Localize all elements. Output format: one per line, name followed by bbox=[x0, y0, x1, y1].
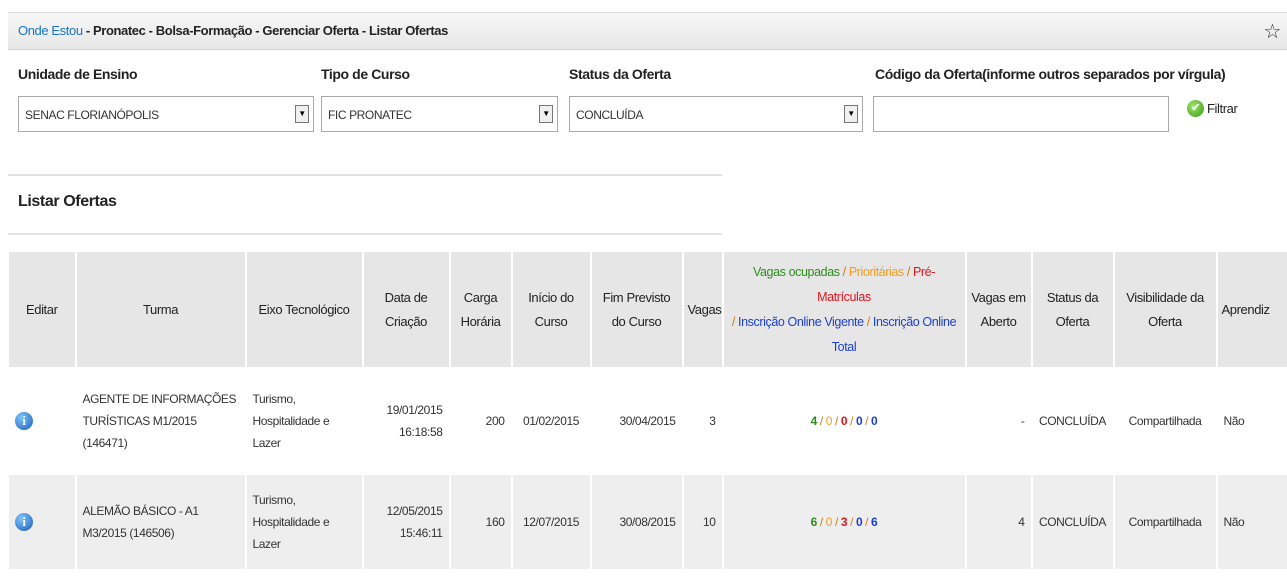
cell-editar: i bbox=[8, 367, 77, 475]
cell-data: 19/01/2015 16:18:58 bbox=[362, 367, 451, 475]
breadcrumb-path: - Pronatec - Bolsa-Formação - Gerenciar … bbox=[82, 23, 448, 38]
col-carga: Carga Horária bbox=[449, 251, 513, 368]
col-eixo: Eixo Tecnológico bbox=[245, 251, 364, 368]
cell-carga: 200 bbox=[449, 367, 513, 475]
cell-inicio: 12/07/2015 bbox=[511, 474, 592, 570]
cell-aberto: - bbox=[965, 367, 1033, 475]
col-aprendiz: Aprendiz bbox=[1216, 251, 1287, 368]
unidade-label: Unidade de Ensino bbox=[18, 66, 138, 82]
tipo-label: Tipo de Curso bbox=[321, 66, 410, 82]
col-visibilidade: Visibilidade da Oferta bbox=[1113, 251, 1218, 368]
chevron-down-icon[interactable]: ▼ bbox=[539, 105, 553, 123]
tipo-select[interactable]: FIC PRONATEC ▼ bbox=[321, 96, 558, 132]
cell-eixo: Turismo, Hospitalidade e Lazer bbox=[245, 474, 364, 570]
cell-data-date: 12/05/2015 bbox=[386, 504, 443, 518]
cell-fim: 30/08/2015 bbox=[590, 474, 684, 570]
col-vagas-detalhe: Vagas ocupadas / Prioritárias / Pré-Matr… bbox=[722, 251, 967, 368]
hdr-prioritarias: Prioritárias bbox=[848, 264, 904, 279]
ofertas-table: Editar Turma Eixo Tecnológico Data de Cr… bbox=[8, 251, 1287, 570]
info-icon[interactable]: i bbox=[15, 412, 33, 430]
cell-aberto: 4 bbox=[965, 474, 1033, 570]
unidade-value: SENAC FLORIANÓPOLIS bbox=[25, 108, 159, 122]
cell-aprendiz: Não bbox=[1216, 474, 1287, 570]
filtrar-button[interactable]: ✔ Filtrar bbox=[1187, 100, 1238, 117]
col-vagas: Vagas bbox=[682, 251, 724, 368]
cell-fim: 30/04/2015 bbox=[590, 367, 684, 475]
cell-vagas-detalhe: 4 / 0 / 0 / 0 / 0 bbox=[722, 367, 967, 475]
cell-aprendiz: Não bbox=[1216, 367, 1287, 475]
cell-status: CONCLUÍDA bbox=[1031, 474, 1115, 570]
cell-visibilidade: Compartilhada bbox=[1113, 474, 1218, 570]
filtrar-label: Filtrar bbox=[1207, 101, 1238, 116]
divider bbox=[8, 233, 722, 235]
col-fim: Fim Previsto do Curso bbox=[590, 251, 684, 368]
table-row: i ALEMÃO BÁSICO - A1 M3/2015 (146506) Tu… bbox=[8, 474, 1287, 570]
status-value: CONCLUÍDA bbox=[576, 108, 644, 122]
cell-data-time: 15:46:11 bbox=[399, 526, 443, 540]
status-select[interactable]: CONCLUÍDA ▼ bbox=[569, 96, 863, 132]
val-total: 0 bbox=[871, 414, 878, 428]
unidade-select[interactable]: SENAC FLORIANÓPOLIS ▼ bbox=[18, 96, 314, 132]
cell-vagas: 10 bbox=[682, 474, 724, 570]
codigo-input[interactable] bbox=[873, 96, 1169, 132]
divider bbox=[8, 174, 722, 176]
tipo-value: FIC PRONATEC bbox=[328, 108, 412, 122]
cell-inicio: 01/02/2015 bbox=[511, 367, 592, 475]
codigo-label: Código da Oferta(informe outros separado… bbox=[875, 66, 1226, 82]
col-data-criacao: Data de Criação bbox=[362, 251, 451, 368]
cell-visibilidade: Compartilhada bbox=[1113, 367, 1218, 475]
cell-turma: ALEMÃO BÁSICO - A1 M3/2015 (146506) bbox=[75, 474, 247, 570]
cell-turma: AGENTE DE INFORMAÇÕES TURÍSTICAS M1/2015… bbox=[75, 367, 247, 475]
chevron-down-icon[interactable]: ▼ bbox=[844, 105, 858, 123]
col-status: Status da Oferta bbox=[1031, 251, 1115, 368]
val-total: 6 bbox=[871, 515, 878, 529]
cell-eixo: Turismo, Hospitalidade e Lazer bbox=[245, 367, 364, 475]
cell-vagas-detalhe: 6 / 0 / 3 / 0 / 6 bbox=[722, 474, 967, 570]
section-title: Listar Ofertas bbox=[18, 193, 117, 210]
cell-status: CONCLUÍDA bbox=[1031, 367, 1115, 475]
cell-data-date: 19/01/2015 bbox=[386, 403, 443, 417]
cell-editar: i bbox=[8, 474, 77, 570]
cell-data: 12/05/2015 15:46:11 bbox=[362, 474, 451, 570]
cell-data-time: 16:18:58 bbox=[398, 425, 443, 439]
table-row: i AGENTE DE INFORMAÇÕES TURÍSTICAS M1/20… bbox=[8, 367, 1287, 475]
breadcrumb-link[interactable]: Onde Estou bbox=[18, 23, 83, 38]
hdr-vagas-ocupadas: Vagas ocupadas bbox=[753, 264, 840, 279]
breadcrumb: Onde Estou - Pronatec - Bolsa-Formação -… bbox=[8, 12, 1287, 50]
hdr-insc-vigente: Inscrição Online Vigente bbox=[738, 314, 864, 329]
status-label: Status da Oferta bbox=[569, 66, 671, 82]
col-vagas-aberto: Vagas em Aberto bbox=[965, 251, 1033, 368]
chevron-down-icon[interactable]: ▼ bbox=[295, 105, 309, 123]
col-turma: Turma bbox=[75, 251, 247, 368]
info-icon[interactable]: i bbox=[15, 513, 33, 531]
cell-carga: 160 bbox=[449, 474, 513, 570]
star-icon[interactable]: ☆ bbox=[1263, 19, 1281, 44]
col-editar: Editar bbox=[8, 251, 77, 368]
cell-vagas: 3 bbox=[682, 367, 724, 475]
col-inicio: Início do Curso bbox=[511, 251, 592, 368]
check-icon: ✔ bbox=[1187, 100, 1204, 117]
